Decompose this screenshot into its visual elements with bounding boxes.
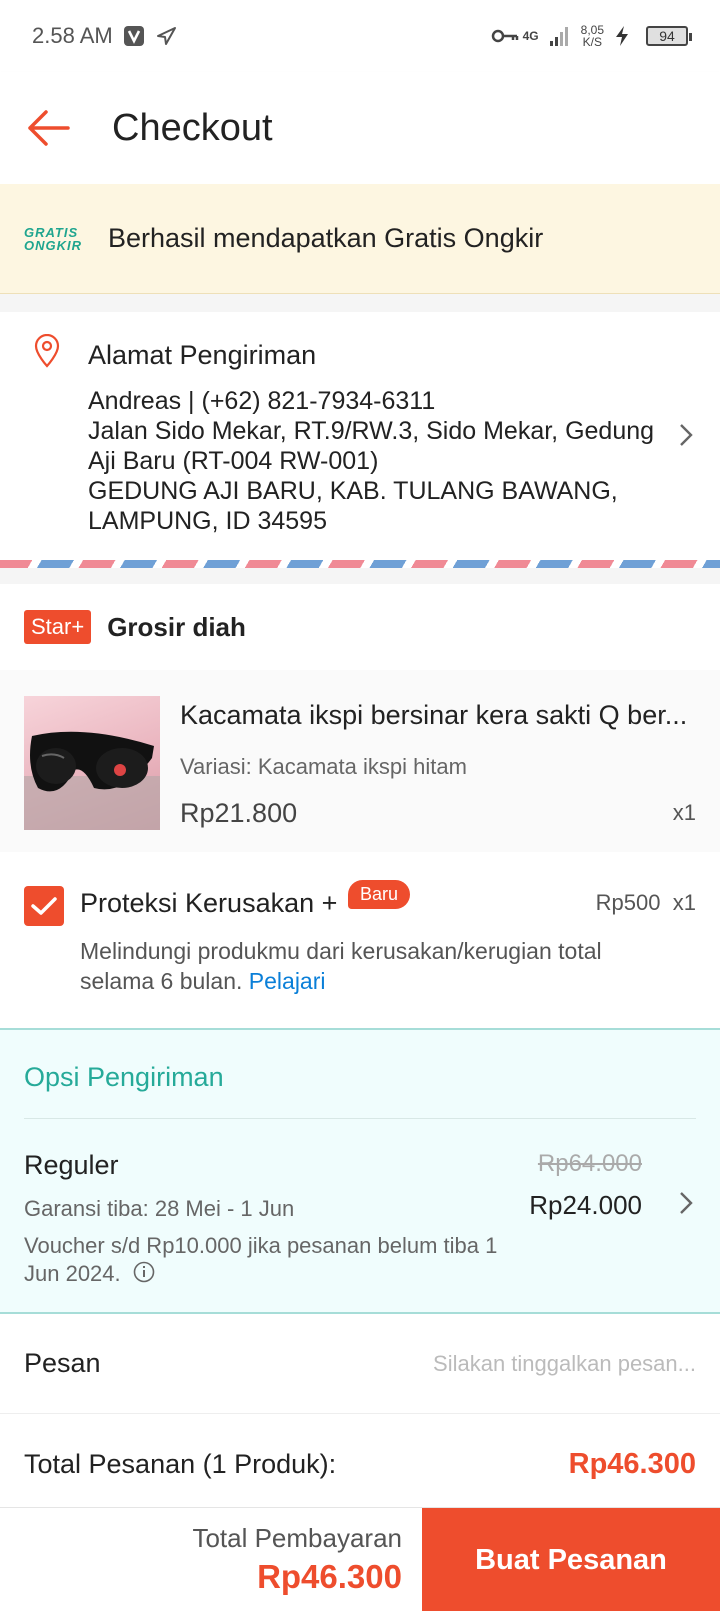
protection-description: Melindungi produkmu dari kerusakan/kerug… xyxy=(80,936,680,996)
status-time: 2.58 AM xyxy=(32,23,113,48)
protection-price: Rp500 xyxy=(595,890,661,915)
new-badge: Baru xyxy=(348,880,411,909)
info-icon[interactable] xyxy=(133,1261,155,1290)
network-speed: 8,05 K/S xyxy=(581,24,604,48)
status-bar: 2.58 AM 4G 8,05 K/S 94 xyxy=(0,0,720,72)
page-title: Checkout xyxy=(112,106,273,149)
address-line2: GEDUNG AJI BARU, KAB. TULANG BAWANG, LAM… xyxy=(88,477,618,535)
star-plus-badge: Star+ xyxy=(24,610,92,644)
message-row: Pesan xyxy=(0,1314,720,1414)
section-divider xyxy=(0,294,720,312)
checkout-bottom-bar: Total Pembayaran Rp46.300 Buat Pesanan xyxy=(0,1507,720,1611)
order-total-label: Total Pesanan (1 Produk): xyxy=(24,1448,337,1479)
delivery-guarantee: Garansi tiba: 28 Mei - 1 Jun xyxy=(24,1196,295,1221)
speed-unit: K/S xyxy=(582,35,602,49)
original-shipping-price: Rp64.000 xyxy=(537,1150,642,1177)
message-label: Pesan xyxy=(24,1348,101,1378)
damage-protection: Proteksi Kerusakan + Baru Rp500 x1 Melin… xyxy=(0,852,720,1028)
address-line1: Jalan Sido Mekar, RT.9/RW.3, Sido Mekar,… xyxy=(88,417,655,475)
product-price: Rp21.800 xyxy=(180,798,298,828)
learn-more-link[interactable]: Pelajari xyxy=(249,968,326,994)
logo-line2: ONGKIR xyxy=(24,237,82,253)
section-divider xyxy=(0,568,720,584)
protection-price-qty: Rp500 x1 xyxy=(596,890,696,916)
order-total-value: Rp46.300 xyxy=(568,1447,696,1480)
shipping-options[interactable]: Opsi Pengiriman Reguler Garansi tiba: 28… xyxy=(0,1028,720,1314)
product-quantity: x1 xyxy=(672,800,696,825)
voucher-text: Voucher s/d Rp10.000 jika pesanan belum … xyxy=(24,1233,498,1286)
gratis-ongkir-logo: GRATIS ONGKIR xyxy=(24,226,86,252)
delivery-voucher: Voucher s/d Rp10.000 jika pesanan belum … xyxy=(24,1232,534,1290)
chevron-right-icon xyxy=(678,1190,694,1221)
status-left: 2.58 AM xyxy=(32,23,177,49)
send-icon xyxy=(155,25,177,47)
airmail-border xyxy=(0,560,720,568)
product-item[interactable]: Kacamata ikspi bersinar kera sakti Q ber… xyxy=(0,670,720,852)
protection-title: Proteksi Kerusakan + xyxy=(80,888,338,918)
place-order-button[interactable]: Buat Pesanan xyxy=(422,1508,720,1611)
network-type: 4G xyxy=(522,29,539,43)
free-shipping-banner: GRATIS ONGKIR Berhasil mendapatkan Grati… xyxy=(0,184,720,294)
logo-line1: GRATIS xyxy=(24,224,79,240)
product-variant: Variasi: Kacamata ikspi hitam xyxy=(180,754,467,779)
protection-qty: x1 xyxy=(672,890,696,915)
app-header: Checkout xyxy=(0,72,720,184)
payment-total-label: Total Pembayaran xyxy=(192,1523,402,1553)
shipping-price: Rp24.000 xyxy=(529,1190,642,1220)
status-right: 4G 8,05 K/S 94 xyxy=(491,24,692,48)
message-input[interactable] xyxy=(276,1350,696,1377)
divider xyxy=(24,1118,696,1119)
check-icon xyxy=(31,897,57,915)
free-shipping-text: Berhasil mendapatkan Gratis Ongkir xyxy=(108,223,544,253)
battery-icon: 94 xyxy=(646,26,692,46)
shipping-heading: Opsi Pengiriman xyxy=(24,1062,224,1092)
shipping-method: Reguler xyxy=(24,1150,119,1180)
address-contact: Andreas | (+62) 821-7934-6311 xyxy=(88,387,436,415)
key-icon xyxy=(491,25,518,47)
arrow-left-icon xyxy=(28,110,70,146)
chevron-right-icon xyxy=(678,422,694,453)
v-app-icon xyxy=(123,25,145,47)
signal-icon xyxy=(549,25,571,47)
shipping-address[interactable]: Alamat Pengiriman Andreas | (+62) 821-79… xyxy=(0,312,720,562)
shop-name: Grosir diah xyxy=(107,611,246,642)
protection-checkbox[interactable] xyxy=(24,886,64,926)
location-pin-icon xyxy=(32,333,62,373)
payment-total: Total Pembayaran Rp46.300 xyxy=(0,1508,422,1611)
shop-header: Star+ Grosir diah xyxy=(0,584,720,670)
address-details: Andreas | (+62) 821-7934-6311 Jalan Sido… xyxy=(88,386,668,536)
payment-total-amount: Rp46.300 xyxy=(257,1558,402,1595)
product-name: Kacamata ikspi bersinar kera sakti Q ber… xyxy=(180,700,688,730)
charging-icon xyxy=(614,25,636,47)
order-total-row: Total Pesanan (1 Produk): Rp46.300 xyxy=(0,1414,720,1514)
address-title: Alamat Pengiriman xyxy=(88,340,317,370)
back-button[interactable] xyxy=(20,100,76,156)
product-thumbnail xyxy=(24,696,160,830)
protection-desc-text: Melindungi produkmu dari kerusakan/kerug… xyxy=(80,938,602,994)
